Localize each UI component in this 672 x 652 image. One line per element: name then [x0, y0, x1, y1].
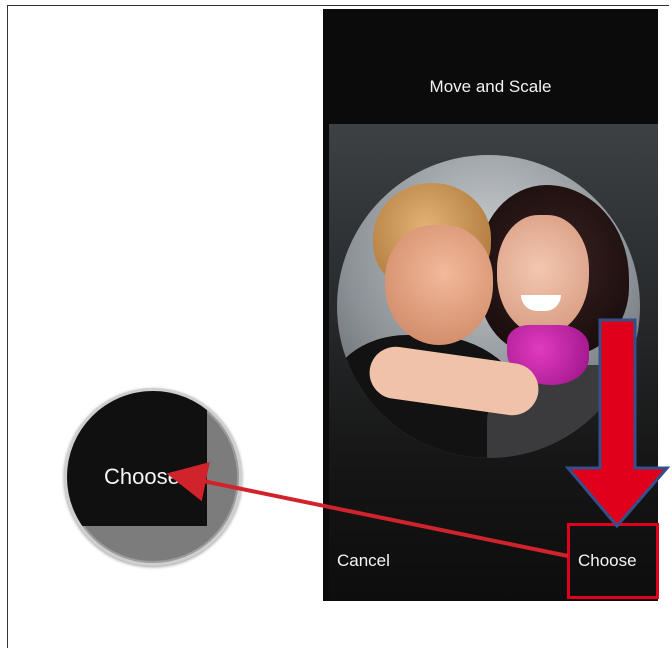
zoom-choose-label: Choose — [104, 464, 180, 489]
photo-detail — [385, 225, 493, 345]
photo-detail — [497, 215, 589, 335]
zoom-callout: Choose — [64, 388, 242, 566]
screen-title: Move and Scale — [429, 77, 552, 96]
choose-highlight-box — [567, 523, 659, 599]
cancel-button[interactable]: Cancel — [337, 551, 390, 571]
down-arrow-icon — [565, 318, 670, 528]
zoom-background — [67, 391, 207, 526]
